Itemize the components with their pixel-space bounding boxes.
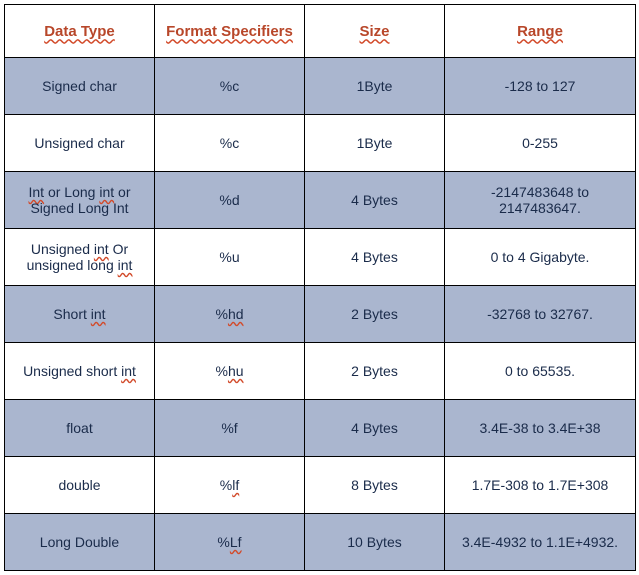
header-range: Range [445,5,636,58]
cell-range: 3.4E-4932 to 1.1E+4932. [445,514,636,571]
cell-size: 4 Bytes [305,400,445,457]
cell-format: %d [155,172,305,229]
table-row: Unsigned short int %hu 2 Bytes 0 to 6553… [5,343,636,400]
cell-range: 0 to 4 Gigabyte. [445,229,636,286]
cell-size: 4 Bytes [305,172,445,229]
cell-format: %u [155,229,305,286]
cell-format: %Lf [155,514,305,571]
table-row: double %lf 8 Bytes 1.7E-308 to 1.7E+308 [5,457,636,514]
cell-size: 1Byte [305,115,445,172]
table-row: Signed char %c 1Byte -128 to 127 [5,58,636,115]
cell-data-type: float [5,400,155,457]
cell-range: -32768 to 32767. [445,286,636,343]
header-data-type: Data Type [5,5,155,58]
cell-data-type: Int or Long int or Signed Long Int [5,172,155,229]
cell-range: 1.7E-308 to 1.7E+308 [445,457,636,514]
table-row: Unsigned char %c 1Byte 0-255 [5,115,636,172]
cell-range: 0-255 [445,115,636,172]
cell-range: 0 to 65535. [445,343,636,400]
table-row: Int or Long int or Signed Long Int %d 4 … [5,172,636,229]
table-row: Unsigned int Or unsigned long int %u 4 B… [5,229,636,286]
cell-size: 4 Bytes [305,229,445,286]
cell-format: %hd [155,286,305,343]
cell-range: -2147483648 to 2147483647. [445,172,636,229]
header-size: Size [305,5,445,58]
cell-data-type: Unsigned char [5,115,155,172]
cell-range: 3.4E-38 to 3.4E+38 [445,400,636,457]
cell-format: %f [155,400,305,457]
cell-format: %c [155,58,305,115]
cell-range: -128 to 127 [445,58,636,115]
cell-format: %c [155,115,305,172]
cell-data-type: Unsigned int Or unsigned long int [5,229,155,286]
cell-data-type: Unsigned short int [5,343,155,400]
cell-data-type: Long Double [5,514,155,571]
cell-data-type: Short int [5,286,155,343]
cell-size: 1Byte [305,58,445,115]
data-types-table: Data Type Format Specifiers Size Range S… [4,4,636,571]
cell-format: %lf [155,457,305,514]
table-row: Short int %hd 2 Bytes -32768 to 32767. [5,286,636,343]
cell-data-type: double [5,457,155,514]
table-header-row: Data Type Format Specifiers Size Range [5,5,636,58]
cell-size: 8 Bytes [305,457,445,514]
cell-size: 2 Bytes [305,286,445,343]
cell-size: 2 Bytes [305,343,445,400]
cell-format: %hu [155,343,305,400]
header-format-specifiers: Format Specifiers [155,5,305,58]
cell-data-type: Signed char [5,58,155,115]
cell-size: 10 Bytes [305,514,445,571]
table-row: float %f 4 Bytes 3.4E-38 to 3.4E+38 [5,400,636,457]
table-row: Long Double %Lf 10 Bytes 3.4E-4932 to 1.… [5,514,636,571]
